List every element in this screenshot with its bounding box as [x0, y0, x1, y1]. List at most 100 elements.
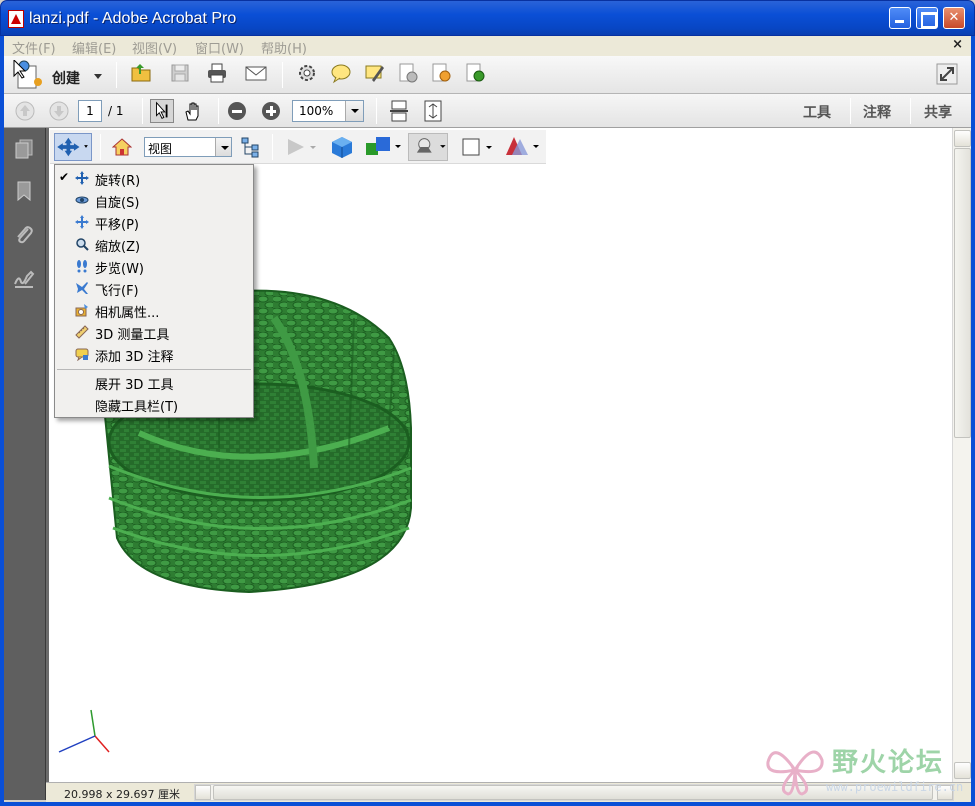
- window-border-bottom: [0, 802, 975, 806]
- model-tree-icon[interactable]: [240, 136, 262, 158]
- vertical-scrollbar[interactable]: [952, 128, 971, 782]
- menu-help[interactable]: 帮助(H): [261, 38, 307, 57]
- comment-pane-link[interactable]: 注释: [863, 102, 891, 122]
- close-button[interactable]: ✕: [943, 7, 965, 29]
- fit-page-icon[interactable]: [422, 100, 444, 122]
- menubar: 文件(F) 编辑(E) 视图(V) 窗口(W) 帮助(H) ×: [0, 36, 975, 57]
- fly-icon: [76, 282, 88, 294]
- menu-item-label: 相机属性...: [95, 306, 160, 321]
- save-icon[interactable]: [169, 62, 191, 84]
- acrobat-app-icon: [8, 10, 24, 28]
- menu-view[interactable]: 视图(V): [132, 38, 177, 57]
- close-document-button[interactable]: ×: [952, 37, 963, 52]
- divider: [282, 62, 283, 88]
- menu-item-hide-toolbar[interactable]: 隐藏工具栏(T): [55, 393, 253, 415]
- export-icon[interactable]: [464, 62, 486, 84]
- menu-item-spin[interactable]: 自旋(S): [55, 189, 253, 211]
- menu-item-label: 展开 3D 工具: [95, 378, 174, 393]
- lighting-icon[interactable]: [408, 133, 448, 161]
- attachments-icon[interactable]: [13, 224, 35, 246]
- menu-item-label: 飞行(F): [95, 284, 139, 299]
- minimize-button[interactable]: [889, 7, 911, 29]
- scrolling-mode-icon[interactable]: [388, 100, 410, 122]
- navigation-pane: [4, 128, 46, 800]
- divider: [850, 98, 851, 124]
- chevron-down-icon: [94, 74, 102, 79]
- bookmarks-icon[interactable]: [13, 180, 35, 202]
- divider: [376, 98, 377, 124]
- comment-icon[interactable]: [330, 62, 352, 84]
- page-total: / 1: [108, 104, 124, 118]
- zoom-out-icon[interactable]: [226, 100, 248, 122]
- email-icon[interactable]: [245, 62, 267, 84]
- hand-tool-icon[interactable]: [182, 100, 204, 122]
- menu-item-label: 3D 测量工具: [95, 328, 170, 343]
- menu-item-label: 缩放(Z): [95, 240, 141, 255]
- play-animation-icon[interactable]: [286, 137, 318, 157]
- menu-item-zoom[interactable]: 缩放(Z): [55, 233, 253, 255]
- annotation-icon: [75, 348, 89, 361]
- menu-window[interactable]: 窗口(W): [195, 38, 244, 57]
- open-icon[interactable]: [130, 62, 152, 84]
- create-label: 创建: [52, 71, 80, 87]
- print-icon[interactable]: [206, 62, 228, 84]
- scroll-down-button[interactable]: [954, 762, 971, 779]
- chevron-down-icon[interactable]: [215, 138, 231, 156]
- settings-icon[interactable]: [296, 62, 318, 84]
- watermark: 野火论坛 www.proewildfire.cn: [764, 740, 963, 798]
- fullscreen-icon[interactable]: [936, 63, 958, 85]
- menu-item-label: 自旋(S): [95, 196, 140, 211]
- select-tool-icon[interactable]: [150, 99, 174, 123]
- menu-file[interactable]: 文件(F): [12, 38, 56, 57]
- render-mode-icon[interactable]: [364, 135, 402, 159]
- menu-item-3d-measure[interactable]: 3D 测量工具: [55, 321, 253, 343]
- menu-edit[interactable]: 编辑(E): [72, 38, 116, 57]
- menu-item-camera-properties[interactable]: 相机属性...: [55, 299, 253, 321]
- menu-item-rotate[interactable]: ✔ 旋转(R): [55, 167, 253, 189]
- scroll-thumb[interactable]: [954, 148, 971, 438]
- menu-item-label: 旋转(R): [95, 174, 141, 189]
- spin-icon: [75, 196, 89, 204]
- cross-section-icon[interactable]: [502, 135, 542, 159]
- window-border-right: [971, 36, 975, 806]
- sign-icon[interactable]: [364, 62, 386, 84]
- rotate-tool-icon[interactable]: [54, 133, 92, 161]
- menu-divider: [57, 369, 251, 370]
- watermark-url: www.proewildfire.cn: [826, 780, 964, 794]
- scroll-up-button[interactable]: [954, 130, 971, 147]
- divider: [116, 62, 117, 88]
- walk-icon: [77, 260, 87, 273]
- menu-item-label: 平移(P): [95, 218, 139, 233]
- axis-triad: [58, 709, 110, 753]
- menu-item-walk[interactable]: 步览(W): [55, 255, 253, 277]
- menu-item-expand-3d-tools[interactable]: 展开 3D 工具: [55, 371, 253, 393]
- create-button[interactable]: 创建: [12, 60, 110, 90]
- page-number-input[interactable]: 1: [78, 100, 102, 122]
- review-icon[interactable]: [430, 62, 452, 84]
- create-icon: [13, 60, 42, 89]
- chevron-down-icon[interactable]: [345, 101, 363, 121]
- 3d-tool-menu: ✔ 旋转(R) 自旋(S) 平移(P) 缩放(Z) 步览(W) 飞行(F) 相机…: [54, 164, 254, 418]
- next-page-icon[interactable]: [48, 100, 70, 122]
- check-icon: ✔: [59, 170, 70, 184]
- secure-icon[interactable]: [397, 62, 419, 84]
- maximize-button[interactable]: [916, 7, 938, 29]
- share-pane-link[interactable]: 共享: [924, 102, 952, 122]
- previous-page-icon[interactable]: [14, 100, 36, 122]
- zoom-in-icon[interactable]: [260, 100, 282, 122]
- menu-item-add-3d-comment[interactable]: 添加 3D 注释: [55, 343, 253, 365]
- tools-pane-link[interactable]: 工具: [803, 102, 831, 122]
- scroll-left-button[interactable]: [195, 785, 211, 800]
- menu-item-fly[interactable]: 飞行(F): [55, 277, 253, 299]
- page-thumbnails-icon[interactable]: [13, 138, 35, 160]
- menu-item-pan[interactable]: 平移(P): [55, 211, 253, 233]
- view-select[interactable]: 视图: [144, 137, 232, 157]
- home-view-icon[interactable]: [112, 137, 132, 157]
- window-titlebar: lanzi.pdf - Adobe Acrobat Pro ✕: [0, 0, 975, 36]
- page-size-label: 20.998 x 29.697 厘米: [64, 788, 180, 801]
- projection-icon[interactable]: [330, 135, 354, 159]
- butterfly-logo-icon: [766, 750, 824, 796]
- signatures-icon[interactable]: [13, 268, 35, 290]
- zoom-select[interactable]: 100%: [292, 100, 364, 122]
- background-color-icon[interactable]: [462, 137, 494, 157]
